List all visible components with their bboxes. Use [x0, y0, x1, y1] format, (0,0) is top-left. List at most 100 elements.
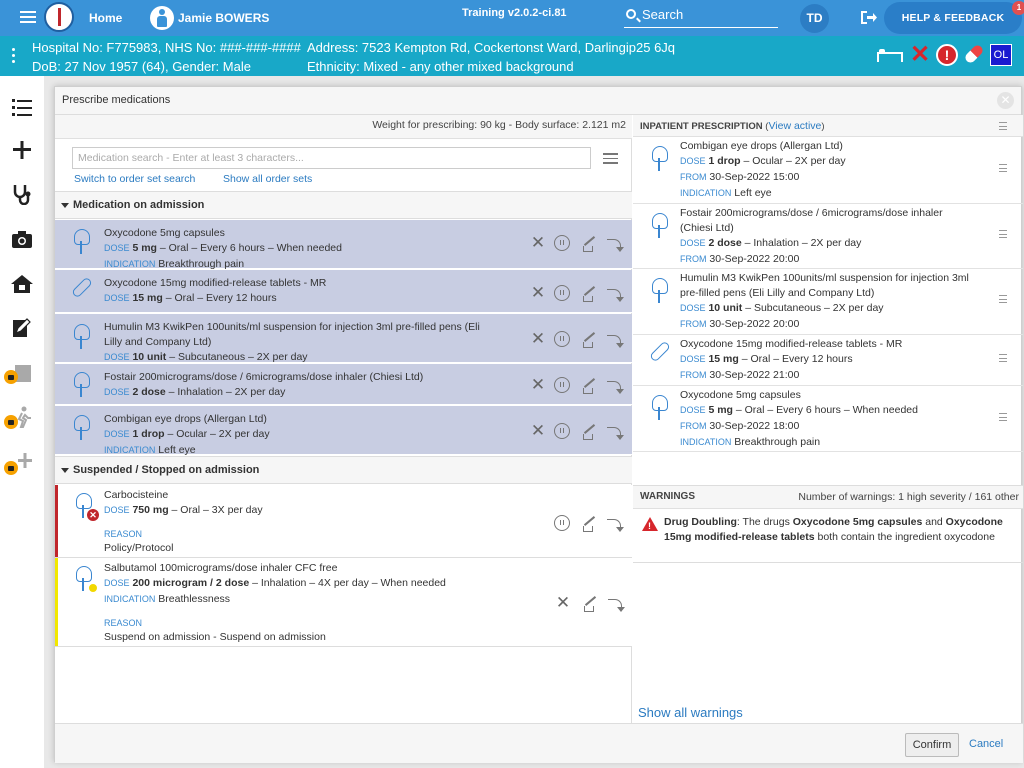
list-item[interactable]: Fostair 200micrograms/dose / 6micrograms… [55, 364, 632, 405]
lock-icon [4, 461, 18, 475]
remove-icon[interactable]: ✕ [530, 234, 546, 251]
row-menu-icon[interactable] [999, 164, 1007, 175]
pause-icon[interactable] [554, 285, 570, 301]
row-menu-icon[interactable] [999, 230, 1007, 241]
continue-icon[interactable] [606, 331, 624, 348]
order-set-search-link[interactable]: Switch to order set search [74, 173, 195, 185]
pause-icon[interactable] [554, 423, 570, 439]
pause-icon[interactable] [554, 331, 570, 347]
from-label: FROM [680, 421, 707, 431]
view-active-link[interactable]: View active [768, 120, 821, 132]
rx-icon [71, 324, 93, 350]
logout-icon[interactable] [860, 10, 878, 25]
camera-icon[interactable] [10, 228, 34, 250]
cross-icon[interactable]: ✕ [910, 43, 932, 67]
search-menu-icon[interactable] [603, 153, 618, 167]
edit-icon[interactable] [581, 285, 597, 302]
continue-icon[interactable] [606, 285, 624, 302]
show-all-order-sets-link[interactable]: Show all order sets [223, 173, 312, 185]
list-item[interactable]: ✕ Carbocisteine DOSE 750 mg – Oral – 3X … [55, 485, 632, 558]
pause-icon[interactable] [554, 515, 570, 531]
app-logo[interactable] [44, 2, 74, 32]
list-item[interactable]: Fostair 200micrograms/dose / 6micrograms… [633, 204, 1023, 269]
sidebar [0, 76, 44, 768]
list-item[interactable]: Humulin M3 KwikPen 100units/ml suspensio… [633, 269, 1023, 335]
edit-icon[interactable] [581, 235, 597, 252]
continue-icon[interactable] [606, 515, 624, 532]
patient-name[interactable]: Jamie BOWERS [178, 11, 269, 25]
med-name: Fostair 200micrograms/dose / 6micrograms… [104, 371, 424, 383]
continue-icon[interactable] [606, 377, 624, 394]
warnings-count: Number of warnings: 1 high severity / 16… [798, 491, 1019, 503]
kebab-menu-icon[interactable] [12, 48, 16, 66]
row-menu-icon[interactable] [999, 354, 1007, 365]
edit-icon[interactable] [581, 515, 597, 532]
edit-icon[interactable] [582, 595, 598, 612]
remove-icon[interactable]: ✕ [530, 284, 546, 301]
confirm-button[interactable]: Confirm [905, 733, 959, 757]
home-link[interactable]: Home [89, 11, 122, 25]
pill-icon[interactable] [963, 43, 985, 65]
edit-icon[interactable] [581, 377, 597, 394]
home-icon[interactable] [10, 273, 34, 295]
user-avatar[interactable]: TD [800, 4, 829, 33]
medication-search-input[interactable]: Medication search - Enter at least 3 cha… [72, 147, 591, 169]
ol-badge[interactable]: OL [990, 44, 1012, 66]
from-value: 30-Sep-2022 20:00 [709, 253, 800, 265]
list-item[interactable]: Oxycodone 5mg capsules DOSE 5 mg – Oral … [55, 220, 632, 270]
list-item[interactable]: Oxycodone 15mg modified-release tablets … [633, 335, 1023, 386]
dose-label: DOSE [680, 238, 706, 248]
warning-item[interactable]: Drug Doubling: The drugs Oxycodone 5mg c… [633, 511, 1023, 563]
search-field[interactable]: Search [624, 7, 778, 28]
rx-icon [649, 213, 671, 239]
continue-icon[interactable] [607, 595, 625, 612]
edit-icon[interactable] [581, 331, 597, 348]
show-all-warnings-link[interactable]: Show all warnings [638, 705, 743, 720]
menu-icon[interactable] [999, 122, 1007, 133]
bed-icon[interactable] [876, 44, 903, 66]
pause-icon[interactable] [554, 377, 570, 393]
notes-icon[interactable] [10, 317, 34, 339]
remove-icon[interactable]: ✕ [555, 594, 571, 611]
menu-icon[interactable] [20, 11, 36, 24]
dose-value: 1 drop [132, 428, 165, 440]
list-item[interactable]: Oxycodone 5mg capsules DOSE 5 mg – Oral … [633, 386, 1023, 452]
suspended-icon [87, 582, 99, 594]
search-icon [626, 9, 636, 19]
dose-label: DOSE [680, 156, 706, 166]
remove-icon[interactable]: ✕ [530, 376, 546, 393]
list-item[interactable]: Humulin M3 KwikPen 100units/ml suspensio… [55, 314, 632, 363]
close-icon[interactable]: ✕ [997, 92, 1014, 109]
list-item[interactable]: Salbutamol 100micrograms/dose inhaler CF… [55, 558, 632, 647]
dose-detail: – Inhalation – 2X per day [165, 386, 286, 398]
inpatient-header: INPATIENT PRESCRIPTION (View active) [633, 115, 1023, 137]
remove-icon[interactable]: ✕ [530, 330, 546, 347]
indication-label: INDICATION [104, 445, 156, 455]
stopped-icon: ✕ [87, 509, 99, 521]
plus-icon[interactable] [10, 139, 34, 161]
section-suspended[interactable]: Suspended / Stopped on admission [55, 456, 632, 484]
from-value: 30-Sep-2022 15:00 [709, 171, 800, 183]
row-menu-icon[interactable] [999, 295, 1007, 306]
pause-icon[interactable] [554, 235, 570, 251]
list-item[interactable]: Oxycodone 15mg modified-release tablets … [55, 270, 632, 313]
list-icon[interactable] [10, 96, 34, 118]
edit-icon[interactable] [581, 423, 597, 440]
alert-icon[interactable]: ! [936, 44, 958, 66]
cancel-link[interactable]: Cancel [969, 738, 1003, 750]
version-label: Training v2.0.2-ci.81 [462, 7, 567, 19]
help-feedback-button[interactable]: HELP & FEEDBACK [884, 2, 1022, 34]
list-item[interactable]: Combigan eye drops (Allergan Ltd) DOSE 1… [633, 137, 1023, 204]
from-value: 30-Sep-2022 20:00 [709, 318, 800, 330]
rx-icon [71, 415, 93, 441]
continue-icon[interactable] [606, 423, 624, 440]
section-admission[interactable]: Medication on admission [55, 191, 632, 219]
row-menu-icon[interactable] [999, 413, 1007, 424]
med-name-line1: Humulin M3 KwikPen 100units/ml suspensio… [680, 272, 969, 284]
list-item[interactable]: Combigan eye drops (Allergan Ltd) DOSE 1… [55, 406, 632, 456]
top-bar: Home Jamie BOWERS Training v2.0.2-ci.81 … [0, 0, 1024, 36]
remove-icon[interactable]: ✕ [530, 422, 546, 439]
dose-label: DOSE [104, 429, 130, 439]
stethoscope-icon[interactable] [10, 183, 34, 205]
continue-icon[interactable] [606, 235, 624, 252]
